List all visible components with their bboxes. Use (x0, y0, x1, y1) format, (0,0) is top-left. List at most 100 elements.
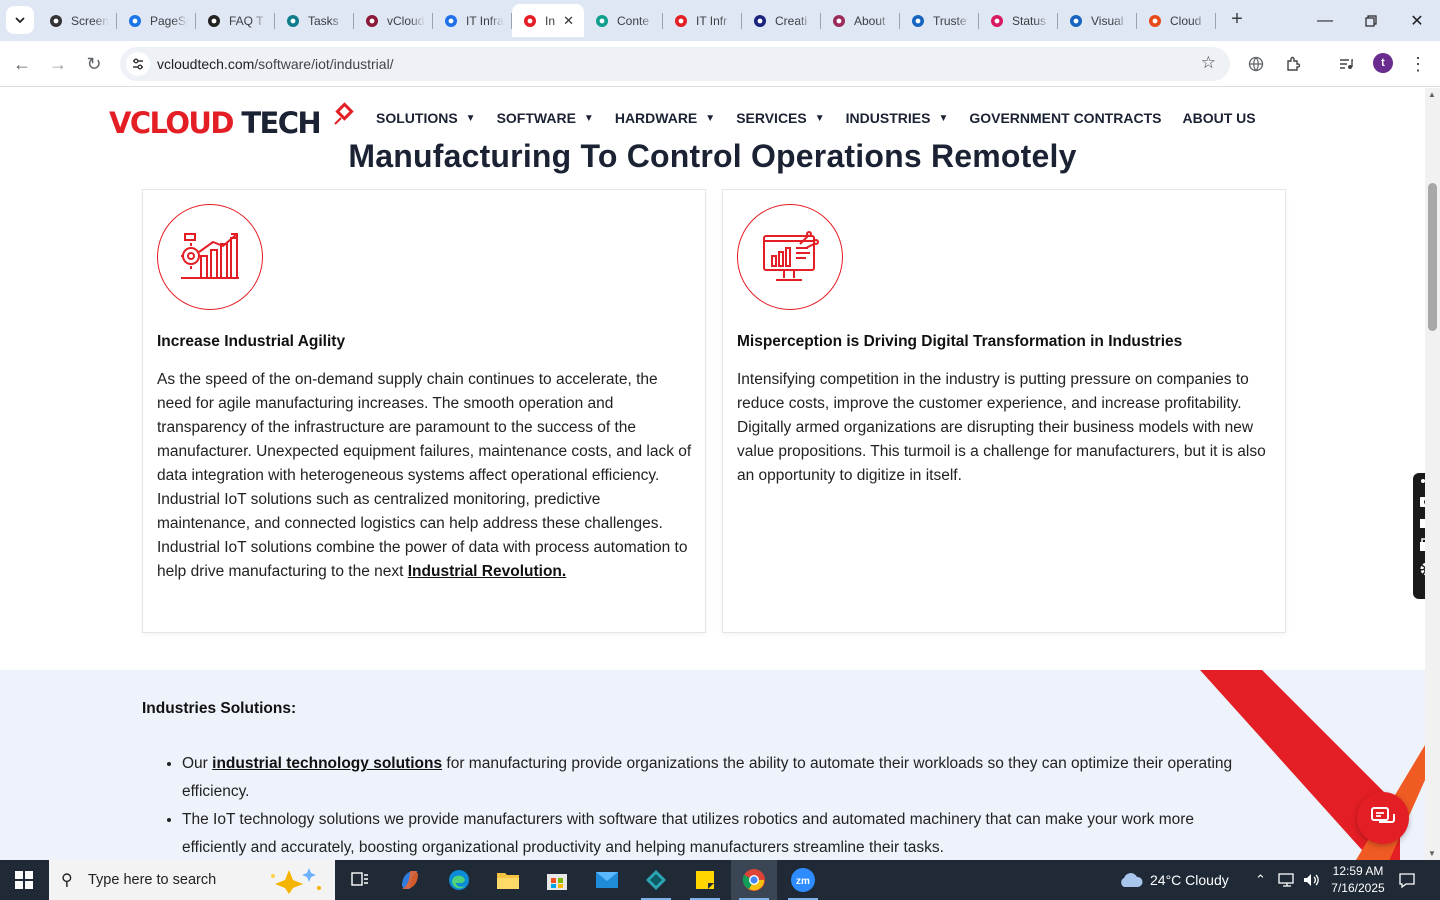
forward-button[interactable]: → (44, 50, 72, 78)
weather-widget[interactable]: 24°C Cloudy (1118, 860, 1229, 900)
nav-item-about-us[interactable]: ABOUT US (1182, 110, 1255, 126)
bookmark-star-icon[interactable]: ☆ (1201, 53, 1216, 73)
chat-button[interactable] (1357, 792, 1409, 844)
nav-item-solutions[interactable]: SOLUTIONS ▼ (376, 110, 476, 126)
weather-text: 24°C Cloudy (1150, 872, 1229, 888)
browser-toolbar: ← → ↻ vcloudtech.com/software/iot/indust… (0, 41, 1440, 87)
scroll-down-icon[interactable]: ▼ (1428, 849, 1436, 858)
media-controls-icon[interactable] (1332, 50, 1360, 78)
nav-item-label: SOLUTIONS (376, 110, 458, 126)
browser-tab[interactable]: vCloud (354, 4, 433, 37)
address-bar[interactable]: vcloudtech.com/software/iot/industrial/ … (120, 47, 1230, 81)
browser-tab[interactable]: Screenshot (38, 4, 117, 37)
scrollbar-thumb[interactable] (1428, 183, 1437, 331)
maximize-button[interactable] (1348, 0, 1394, 41)
industrial-revolution-link[interactable]: Industrial Revolution. (408, 563, 566, 580)
zoom-icon: zm (791, 868, 815, 892)
profile-avatar[interactable]: t (1373, 53, 1393, 73)
browser-tab[interactable]: IT Infra (433, 4, 512, 37)
browser-tab[interactable]: IT Infr (663, 4, 742, 37)
notifications-icon[interactable] (1398, 860, 1416, 900)
new-tab-button[interactable]: + (1225, 8, 1249, 32)
browser-tab[interactable]: PageSpeed (117, 4, 196, 37)
zoom-app[interactable]: zm (780, 860, 826, 900)
feature-card-agility: Increase Industrial Agility As the speed… (143, 190, 705, 632)
network-icon[interactable] (1278, 860, 1296, 900)
tab-title: PageSpeed (150, 13, 188, 28)
browser-menu-icon[interactable]: ⋮ (1404, 50, 1432, 78)
browser-tab[interactable]: About (821, 4, 900, 37)
browser-tab[interactable]: Tasks (275, 4, 354, 37)
edge-icon (449, 870, 469, 890)
nav-item-services[interactable]: SERVICES ▼ (736, 110, 824, 126)
show-hidden-icons[interactable]: ⌃ (1255, 860, 1266, 900)
vcloud-icon (364, 13, 380, 29)
folder-icon (497, 873, 519, 889)
browser-tab[interactable]: Truste (900, 4, 979, 37)
close-window-button[interactable]: ✕ (1394, 0, 1440, 41)
tab-title: In (545, 13, 556, 28)
edge-app[interactable] (436, 860, 482, 900)
reload-button[interactable]: ↻ (80, 50, 108, 78)
site-info-icon[interactable] (126, 52, 150, 76)
vcloudtech-favicon (673, 13, 689, 29)
task-view-button[interactable] (337, 860, 383, 900)
sticky-notes-app[interactable] (682, 860, 728, 900)
cloud-icon (1147, 13, 1163, 29)
industrial-chart-icon (157, 204, 263, 310)
search-highlight-icon (271, 868, 321, 894)
system-clock[interactable]: 12:59 AM 7/16/2025 (1330, 863, 1386, 897)
microsoft-store-app[interactable] (534, 860, 580, 900)
browser-tab[interactable]: Conte (584, 4, 663, 37)
feature-card-digital-transformation: Misperception is Driving Digital Transfo… (723, 190, 1285, 632)
nav-item-label: SERVICES (736, 110, 807, 126)
url-path: /software/iot/industrial/ (254, 56, 394, 72)
sticky-notes-icon (696, 871, 714, 889)
browser-tab[interactable]: Status (979, 4, 1058, 37)
browser-tab[interactable]: In ✕ (512, 4, 584, 37)
minimize-button[interactable]: — (1302, 0, 1348, 41)
section-heading: Manufacturing To Control Operations Remo… (348, 138, 1077, 174)
nav-item-government-contracts[interactable]: GOVERNMENT CONTRACTS (969, 110, 1161, 126)
industrial-technology-solutions-link[interactable]: industrial technology solutions (212, 755, 442, 772)
browser-tab[interactable]: Creati (742, 4, 821, 37)
file-explorer-app[interactable] (485, 860, 531, 900)
vpn-app[interactable] (633, 860, 679, 900)
chrome-app[interactable] (731, 860, 777, 900)
taskbar-search[interactable]: ⚲ Type here to search (49, 860, 335, 900)
browser-tab[interactable]: Cloud (1137, 4, 1216, 37)
logo-spark-icon (334, 102, 354, 125)
nav-item-label: HARDWARE (614, 110, 698, 126)
windows-logo-icon (15, 871, 33, 889)
caret-down-icon: ▼ (705, 112, 716, 124)
nav-item-label: SOFTWARE (496, 110, 576, 126)
scroll-up-icon[interactable]: ▲ (1428, 90, 1436, 99)
logo-wordmark: VCLOUD TECH (109, 106, 322, 140)
caret-down-icon: ▼ (583, 112, 594, 124)
volume-icon[interactable] (1302, 860, 1320, 900)
tab-title: vCloud (387, 13, 425, 28)
caret-down-icon: ▼ (814, 112, 825, 124)
tab-title: About (854, 13, 886, 28)
diamond-app-icon (646, 870, 666, 890)
copilot-icon (402, 871, 418, 889)
page-scrollbar[interactable]: ▲ ▼ (1425, 88, 1440, 860)
nav-item-hardware[interactable]: HARDWARE ▼ (615, 110, 715, 126)
solutions-title: Industries Solutions: (142, 700, 297, 717)
translate-icon[interactable] (1242, 50, 1270, 78)
browser-tab[interactable]: Visual (1058, 4, 1137, 37)
extensions-icon[interactable] (1279, 50, 1307, 78)
copilot-app[interactable] (387, 860, 433, 900)
search-icon: ⚲ (61, 872, 73, 889)
mail-app[interactable] (584, 860, 630, 900)
restore-icon (1365, 14, 1377, 27)
nav-item-software[interactable]: SOFTWARE ▼ (497, 110, 594, 126)
tab-search-button[interactable] (6, 6, 34, 34)
nav-item-industries[interactable]: INDUSTRIES ▼ (846, 110, 949, 126)
start-button[interactable] (0, 860, 48, 900)
close-tab-icon[interactable]: ✕ (563, 13, 574, 29)
browser-tab[interactable]: FAQ T (196, 4, 275, 37)
tab-list: Screenshot PageSpeed FAQ T Tasks vCloud IT In… (38, 4, 1216, 37)
back-button[interactable]: ← (8, 50, 36, 78)
tab-title: Creati (775, 13, 808, 28)
